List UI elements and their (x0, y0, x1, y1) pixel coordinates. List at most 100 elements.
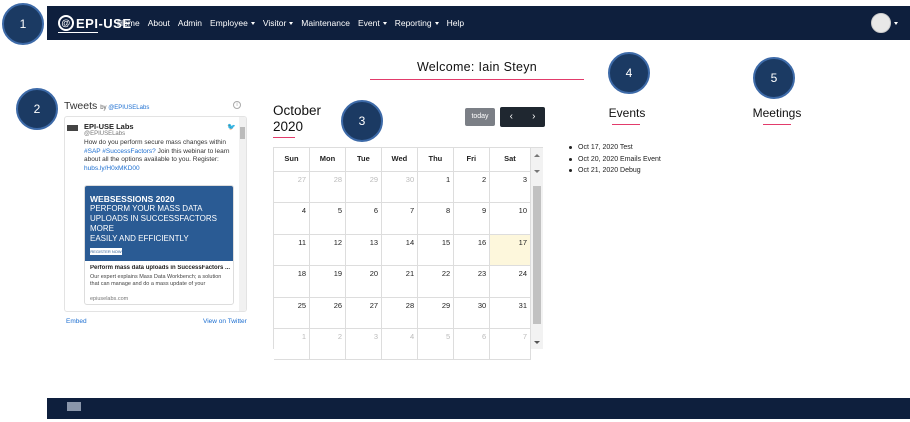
calendar-day-cell[interactable]: 29 (418, 297, 455, 329)
chevron-down-icon (434, 22, 439, 26)
scroll-down-arrow-icon[interactable] (534, 170, 540, 173)
scroll-up-arrow-icon[interactable] (534, 154, 540, 157)
nav-item-about[interactable]: About (144, 18, 174, 28)
avatar-dropdown-icon[interactable] (894, 22, 898, 25)
chevron-down-icon (289, 22, 294, 26)
event-list-item[interactable]: Oct 17, 2020 Test (568, 142, 661, 154)
calendar-day-cell[interactable]: 5 (418, 328, 455, 361)
brand-mark-icon: @ (58, 15, 74, 31)
weekday-header-fri: Fri (453, 148, 490, 172)
scroll-bottom-arrow-icon[interactable] (534, 341, 540, 344)
calendar-day-cell[interactable]: 28 (382, 297, 419, 329)
page-footer (47, 398, 910, 419)
calendar-day-cell[interactable]: 17 (490, 234, 532, 267)
nav-item-employee[interactable]: Employee (206, 18, 259, 28)
calendar-day-cell[interactable]: 30 (382, 172, 419, 204)
nav-item-reporting[interactable]: Reporting (391, 18, 443, 28)
timeline-scroll-thumb[interactable] (240, 127, 245, 139)
callout-badge-2: 2 (16, 88, 58, 130)
chevron-down-icon (250, 22, 255, 26)
calendar-day-cell[interactable]: 8 (418, 203, 455, 235)
calendar-day-cell[interactable]: 4 (382, 328, 419, 361)
calendar-week-row: 27 28 29 30 1 2 3 (274, 172, 532, 204)
card-domain: epiuselabs.com (90, 296, 129, 302)
weekday-header-tue: Tue (345, 148, 382, 172)
tweet-link[interactable]: hubs.ly/H0xMKD00 (84, 165, 140, 172)
calendar-day-cell[interactable]: 27 (346, 297, 383, 329)
account-name[interactable]: EPI-USE Labs (84, 122, 134, 131)
card-title: Perform mass data uploads in SuccessFact… (90, 265, 230, 271)
calendar-day-cell[interactable]: 28 (310, 172, 347, 204)
calendar-day-cell[interactable]: 3 (490, 172, 532, 204)
weekday-header-sat: Sat (489, 148, 532, 172)
calendar-day-cell[interactable]: 26 (310, 297, 347, 329)
calendar-day-cell[interactable]: 1 (274, 328, 311, 361)
calendar-day-cell[interactable]: 16 (454, 234, 491, 267)
calendar-day-cell[interactable]: 22 (418, 266, 455, 298)
calendar-day-cell[interactable]: 2 (454, 172, 491, 204)
calendar-day-cell[interactable]: 31 (490, 297, 532, 329)
calendar-day-cell[interactable]: 10 (490, 203, 532, 235)
calendar-scrollbar[interactable] (531, 147, 543, 349)
calendar-day-cell[interactable]: 13 (346, 234, 383, 267)
nav-item-maintenance[interactable]: Maintenance (297, 18, 354, 28)
calendar-day-cell[interactable]: 6 (454, 328, 491, 361)
calendar-day-cell[interactable]: 14 (382, 234, 419, 267)
calendar-day-cell[interactable]: 30 (454, 297, 491, 329)
calendar-day-cell[interactable]: 7 (490, 328, 532, 361)
banner-line-1: PERFORM YOUR MASS DATA (90, 204, 203, 213)
calendar-day-cell[interactable]: 24 (490, 266, 532, 298)
calendar-day-cell[interactable]: 5 (310, 203, 347, 235)
today-button[interactable]: today (465, 108, 495, 126)
calendar-day-cell[interactable]: 7 (382, 203, 419, 235)
calendar-day-cell[interactable]: 20 (346, 266, 383, 298)
event-list-item[interactable]: Oct 20, 2020 Emails Event (568, 154, 661, 166)
calendar-day-cell[interactable]: 21 (382, 266, 419, 298)
calendar-day-cell[interactable]: 23 (454, 266, 491, 298)
nav-item-help[interactable]: Help (443, 18, 468, 28)
nav-item-home[interactable]: Home (113, 18, 144, 28)
calendar-day-cell[interactable]: 1 (418, 172, 455, 204)
calendar-day-cell[interactable]: 9 (454, 203, 491, 235)
tweet-hashtags[interactable]: #SAP #SuccessFactors? (84, 148, 156, 155)
calendar-day-cell[interactable]: 15 (418, 234, 455, 267)
calendar-day-cell[interactable]: 19 (310, 266, 347, 298)
nav-item-visitor[interactable]: Visitor (259, 18, 297, 28)
calendar-day-cell[interactable]: 29 (346, 172, 383, 204)
calendar-week-row: 11 12 13 14 15 16 17 (274, 234, 532, 267)
tweet-media-card[interactable]: WEBSESSIONS 2020 PERFORM YOUR MASS DATA … (84, 185, 234, 305)
user-avatar[interactable] (871, 13, 891, 33)
next-month-button[interactable]: › (523, 107, 546, 127)
calendar-day-cell[interactable]: 18 (274, 266, 311, 298)
timeline-scrollbar[interactable] (239, 117, 246, 311)
tweets-by-handle-link[interactable]: @EPIUSELabs (108, 105, 149, 111)
calendar-day-cell[interactable]: 3 (346, 328, 383, 361)
calendar-day-cell[interactable]: 11 (274, 234, 311, 267)
calendar-day-cell[interactable]: 27 (274, 172, 311, 204)
calendar-scroll-thumb[interactable] (533, 186, 541, 324)
view-on-twitter-link[interactable]: View on Twitter (203, 318, 247, 325)
calendar-day-cell[interactable]: 12 (310, 234, 347, 267)
meetings-heading: Meetings (752, 106, 802, 120)
weekday-header-sun: Sun (274, 148, 310, 172)
banner-register-button: REGISTER NOW (90, 248, 122, 255)
calendar-day-cell[interactable]: 2 (310, 328, 347, 361)
account-handle[interactable]: @EPIUSELabs (84, 131, 125, 137)
calendar-day-cell[interactable]: 4 (274, 203, 311, 235)
tweets-title: Tweets (64, 100, 98, 112)
calendar-day-cell[interactable]: 25 (274, 297, 311, 329)
calendar-day-cell[interactable]: 6 (346, 203, 383, 235)
twitter-timeline[interactable]: EPI-USE Labs @EPIUSELabs 🐦 How do you pe… (64, 116, 247, 312)
prev-month-button[interactable]: ‹ (500, 107, 523, 127)
nav-item-event[interactable]: Event (354, 18, 391, 28)
calendar-week-row: 1234567 (274, 328, 532, 361)
calendar-week-row: 4 5 6 7 8 9 10 (274, 203, 532, 235)
callout-badge-3: 3 (341, 100, 383, 142)
info-icon[interactable]: i (233, 101, 241, 109)
nav-item-admin[interactable]: Admin (174, 18, 206, 28)
event-list-item[interactable]: Oct 21, 2020 Debug (568, 165, 661, 177)
calendar-week-row: 25 26 27 28 29 30 31 (274, 297, 532, 329)
calendar-title: October 2020 (273, 103, 322, 134)
events-heading: Events (608, 106, 646, 120)
embed-link[interactable]: Embed (66, 318, 87, 325)
